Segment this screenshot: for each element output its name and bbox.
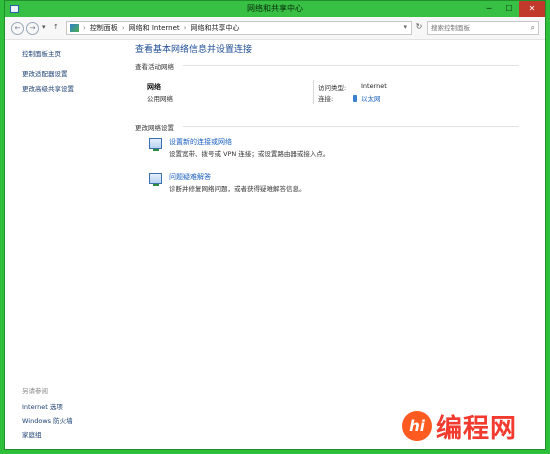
maximize-button[interactable]: ☐ (499, 1, 519, 17)
breadcrumb[interactable]: › 控制面板 › 网络和 Internet › 网络和共享中心 ▾ (66, 21, 412, 35)
watermark: hi 编程网 (402, 405, 550, 447)
sidebar-item-internet-options[interactable]: Internet 选项 (22, 401, 63, 411)
path-dropdown-icon[interactable]: ▾ (403, 23, 407, 31)
network-name: 网络 (147, 83, 161, 91)
window-title: 网络和共享中心 (247, 4, 303, 13)
back-button[interactable]: ← (11, 22, 24, 35)
refresh-button[interactable]: ↻ (414, 22, 424, 31)
access-type-value: Internet (361, 82, 387, 90)
close-button[interactable]: ✕ (519, 1, 545, 17)
breadcrumb-separator: › (121, 24, 125, 32)
sidebar: 控制面板主页 更改适配器设置 更改高级共享设置 另请参阅 Internet 选项… (5, 40, 125, 449)
breadcrumb-separator: › (183, 24, 187, 32)
task-title[interactable]: 问题疑难解答 (169, 172, 211, 182)
sidebar-item-advanced-sharing[interactable]: 更改高级共享设置 (22, 83, 74, 93)
search-icon[interactable]: ⌕ (531, 23, 535, 33)
see-also-heading: 另请参阅 (22, 387, 48, 395)
task-description: 诊断并修复网络问题，或者获得疑难解答信息。 (169, 185, 306, 193)
connection-name[interactable]: 以太网 (361, 93, 381, 103)
divider (183, 65, 519, 66)
task-description: 设置宽带、拨号或 VPN 连接；或设置路由器或接入点。 (169, 150, 330, 158)
address-bar: ← → ▾ ↑ › 控制面板 › 网络和 Internet › 网络和共享中心 … (5, 17, 545, 40)
change-settings-heading: 更改网络设置 (135, 124, 174, 132)
divider (183, 126, 519, 127)
title-bar: 网络和共享中心 ─ ☐ ✕ (5, 1, 545, 17)
forward-button[interactable]: → (26, 22, 39, 35)
connections-label: 连接: (318, 95, 334, 103)
sidebar-item-adapter-settings[interactable]: 更改适配器设置 (22, 68, 68, 78)
task-title[interactable]: 设置新的连接或网络 (169, 137, 232, 147)
breadcrumb-separator: › (83, 24, 86, 32)
breadcrumb-network-internet[interactable]: 网络和 Internet (129, 23, 180, 33)
connection-link[interactable]: 以太网 (353, 93, 381, 103)
sidebar-item-control-panel-home[interactable]: 控制面板主页 (22, 48, 61, 58)
up-button[interactable]: ↑ (53, 23, 59, 31)
network-setup-icon (149, 138, 162, 151)
active-networks-heading: 查看活动网络 (135, 63, 174, 71)
breadcrumb-control-panel[interactable]: 控制面板 (90, 23, 118, 33)
app-icon (10, 5, 19, 13)
page-title: 查看基本网络信息并设置连接 (135, 45, 253, 55)
divider (313, 80, 314, 104)
search-box: ⌕ (427, 21, 539, 35)
window-controls: ─ ☐ ✕ (479, 1, 545, 17)
troubleshoot-icon (149, 173, 162, 186)
recent-dropdown-icon[interactable]: ▾ (42, 23, 46, 31)
minimize-button[interactable]: ─ (479, 1, 499, 17)
watermark-logo: hi (402, 411, 432, 441)
main-window: 网络和共享中心 ─ ☐ ✕ ← → ▾ ↑ › 控制面板 › 网络和 Inter… (4, 0, 546, 450)
sidebar-item-homegroup[interactable]: 家庭组 (22, 429, 42, 439)
search-input[interactable] (428, 22, 530, 34)
breadcrumb-sharing-center[interactable]: 网络和共享中心 (190, 23, 239, 33)
access-type-label: 访问类型: (318, 84, 347, 92)
network-type-link[interactable]: 公用网络 (147, 93, 173, 103)
control-panel-icon (70, 24, 79, 32)
ethernet-icon (353, 94, 357, 102)
sidebar-item-firewall[interactable]: Windows 防火墙 (22, 415, 73, 425)
watermark-text: 编程网 (436, 413, 518, 444)
